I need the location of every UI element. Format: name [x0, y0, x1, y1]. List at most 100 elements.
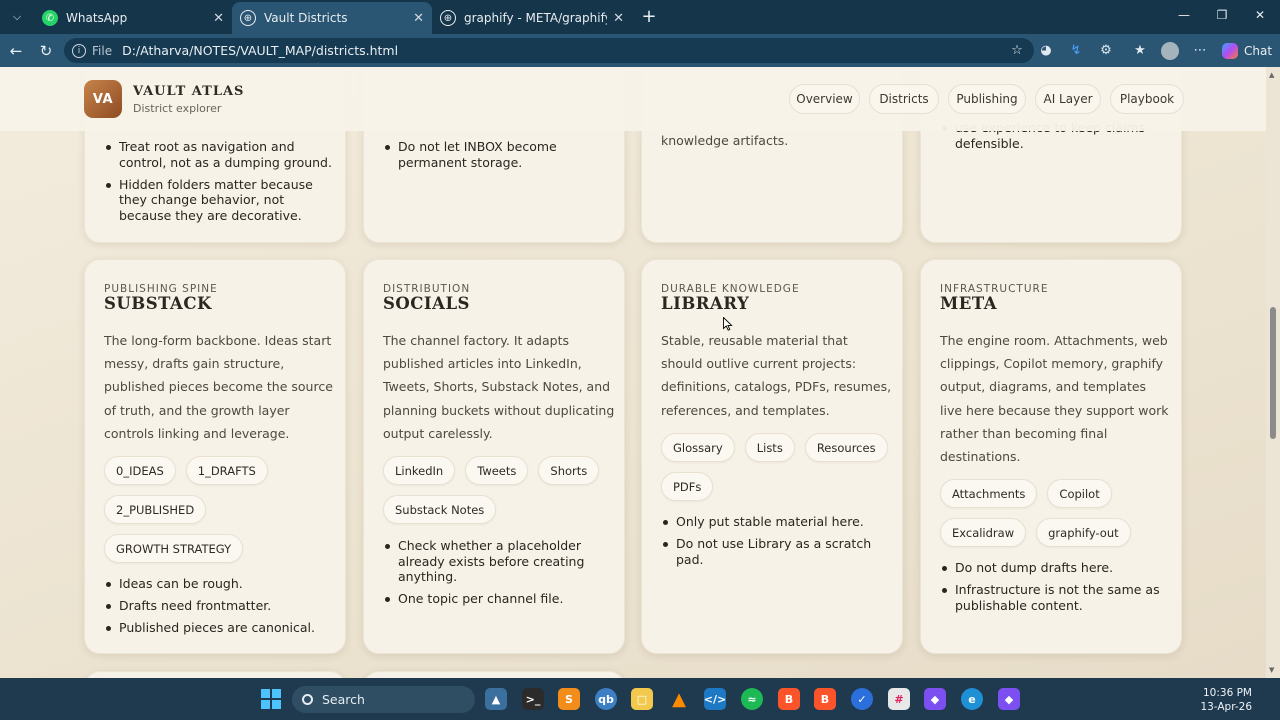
copilot-chat-button[interactable]: Chat	[1222, 40, 1272, 62]
chip[interactable]: Resources	[804, 433, 888, 462]
tab-graphify[interactable]: ⊕ graphify - META/graphify-out/gra ✕	[432, 2, 632, 34]
url-text: D:/Atharva/NOTES/VAULT_MAP/districts.htm…	[122, 43, 399, 58]
url-scheme: File	[92, 43, 113, 58]
pocket-icon[interactable]: ◕	[1037, 42, 1055, 60]
brave-app-icon[interactable]: B	[778, 688, 800, 710]
file-explorer-icon[interactable]: □	[631, 688, 653, 710]
spotify-app-icon[interactable]: ≈	[741, 688, 763, 710]
globe-icon: ⊕	[240, 10, 256, 26]
nav-playbook[interactable]: Playbook	[1110, 84, 1184, 114]
todo-app-icon[interactable]: ✓	[851, 688, 873, 710]
rule-item: Only put stable material here.	[661, 514, 893, 530]
chip[interactable]: Attachments	[940, 479, 1038, 508]
district-card-socials: DISTRIBUTION SOCIALS The channel factory…	[363, 259, 625, 654]
taskbar-search[interactable]: Search	[292, 686, 475, 713]
search-icon	[302, 694, 313, 705]
mouse-cursor-icon	[723, 317, 733, 331]
windows-start-icon[interactable]	[260, 688, 282, 710]
chip[interactable]: Lists	[744, 433, 795, 462]
rule-item: Infrastructure is not the same as publis…	[940, 582, 1172, 613]
extensions-icon[interactable]: ⚙	[1097, 42, 1115, 60]
brand-logo[interactable]: VA	[84, 80, 122, 118]
card-description: knowledge artifacts.	[661, 133, 789, 148]
card-title: SOCIALS	[383, 294, 470, 313]
district-card-substack: PUBLISHING SPINE SUBSTACK The long-form …	[84, 259, 346, 654]
rule-item: Hidden folders matter because they chang…	[104, 177, 336, 224]
rules-list: Only put stable material here. Do not us…	[661, 514, 893, 574]
rule-item: Ideas can be rough.	[104, 576, 336, 592]
slack-app-icon[interactable]: #	[888, 688, 910, 710]
chip[interactable]: PDFs	[661, 472, 714, 501]
scrollbar-thumb[interactable]	[1270, 307, 1276, 439]
edge-app-icon[interactable]: e	[961, 688, 983, 710]
chip[interactable]: Copilot	[1047, 479, 1112, 508]
nav-publishing[interactable]: Publishing	[948, 84, 1026, 114]
rule-item: Drafts need frontmatter.	[104, 598, 336, 614]
favorites-icon[interactable]: ★	[1131, 42, 1149, 60]
sublime-app-icon[interactable]: S	[558, 688, 580, 710]
minimize-icon[interactable]: —	[1174, 8, 1194, 22]
scroll-down-icon[interactable]: ▼	[1269, 666, 1274, 674]
vscode-app-icon[interactable]: </>	[704, 688, 726, 710]
obsidian-app-icon[interactable]: ◆	[924, 688, 946, 710]
folder-chips: Attachments Copilot Excalidraw graphify-…	[940, 479, 1172, 547]
card-title: LIBRARY	[661, 294, 750, 313]
search-placeholder: Search	[322, 692, 365, 707]
windows-taskbar: Search ▲ >_ S qb □ ▲ </> ≈ B B ✓ # ◆ e ◆…	[0, 678, 1280, 720]
rule-item: Do not dump drafts here.	[940, 560, 1172, 576]
tab-vault-districts[interactable]: ⊕ Vault Districts ✕	[232, 2, 432, 34]
brave-beta-app-icon[interactable]: B	[814, 688, 836, 710]
district-card-library: DURABLE KNOWLEDGE LIBRARY Stable, reusab…	[641, 259, 903, 654]
close-tab-icon[interactable]: ✕	[613, 11, 624, 26]
profile-avatar[interactable]	[1161, 42, 1179, 60]
vlc-app-icon[interactable]: ▲	[668, 688, 690, 710]
close-tab-icon[interactable]: ✕	[213, 11, 224, 26]
terminal-app-icon[interactable]: >_	[522, 688, 544, 710]
card-description: The channel factory. It adapts published…	[383, 333, 615, 441]
page-scrollbar[interactable]: ▲ ▼	[1266, 67, 1280, 678]
card-title: META	[940, 294, 998, 313]
photos-app-icon[interactable]: ▲	[485, 688, 507, 710]
qbittorrent-app-icon[interactable]: qb	[595, 688, 617, 710]
obsidian-vault-app-icon[interactable]: ◆	[998, 688, 1020, 710]
tab-strip: ⌵ ✆ WhatsApp ✕ ⊕ Vault Districts ✕ ⊕ gra…	[0, 0, 1280, 34]
folder-chips: Glossary Lists Resources PDFs	[661, 433, 893, 501]
chip[interactable]: GROWTH STRATEGY	[104, 534, 244, 563]
brand-title: VAULT ATLAS	[133, 84, 245, 99]
close-tab-icon[interactable]: ✕	[413, 11, 424, 26]
new-tab-button[interactable]: +	[638, 6, 660, 28]
chip[interactable]: Excalidraw	[940, 518, 1027, 547]
whatsapp-icon: ✆	[42, 10, 58, 26]
more-menu-icon[interactable]: ⋯	[1191, 42, 1209, 60]
chip[interactable]: Tweets	[465, 456, 529, 485]
address-bar[interactable]: i File D:/Atharva/NOTES/VAULT_MAP/distri…	[64, 38, 1034, 63]
chip[interactable]: Shorts	[538, 456, 600, 485]
chip[interactable]: 2_PUBLISHED	[104, 495, 207, 524]
reload-icon[interactable]: ↻	[36, 41, 56, 61]
favorite-star-icon[interactable]: ☆	[1008, 42, 1026, 60]
close-window-icon[interactable]: ✕	[1250, 8, 1270, 22]
chip[interactable]: 0_IDEAS	[104, 456, 176, 485]
rule-text: defensible.	[955, 135, 1024, 151]
extension-icon[interactable]: ↯	[1067, 42, 1085, 60]
info-icon[interactable]: i	[72, 43, 86, 58]
scroll-up-icon[interactable]: ▲	[1269, 71, 1274, 79]
tab-whatsapp[interactable]: ✆ WhatsApp ✕	[34, 2, 232, 34]
chip[interactable]: LinkedIn	[383, 456, 456, 485]
nav-districts[interactable]: Districts	[869, 84, 939, 114]
chip[interactable]: Glossary	[661, 433, 735, 462]
chip[interactable]: Substack Notes	[383, 495, 497, 524]
folder-chips: LinkedIn Tweets Shorts Substack Notes	[383, 456, 615, 524]
card-description: The engine room. Attachments, web clippi…	[940, 333, 1169, 465]
tab-list-button[interactable]: ⌵	[6, 7, 28, 27]
nav-overview[interactable]: Overview	[789, 84, 860, 114]
rule-item: Do not let INBOX become permanent storag…	[383, 139, 615, 170]
nav-ai-layer[interactable]: AI Layer	[1035, 84, 1101, 114]
clock-time: 10:36 PM	[1203, 687, 1252, 699]
chip[interactable]: 1_DRAFTS	[185, 456, 268, 485]
maximize-icon[interactable]: ❐	[1212, 8, 1232, 22]
system-clock[interactable]: 10:36 PM 13-Apr-26	[1192, 686, 1252, 714]
chip[interactable]: graphify-out	[1036, 518, 1131, 547]
district-card	[84, 671, 346, 678]
back-icon[interactable]: ←	[6, 41, 26, 61]
